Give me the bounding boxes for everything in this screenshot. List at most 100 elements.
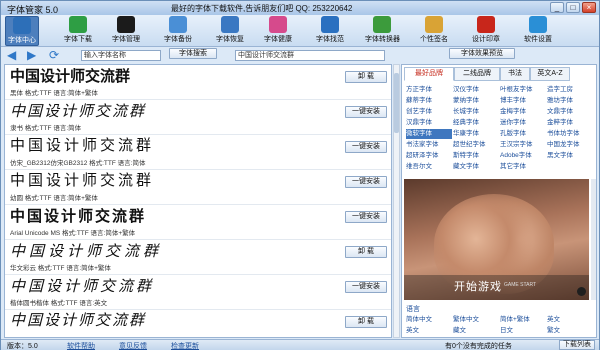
seal-icon <box>477 16 495 33</box>
tool-font-restore[interactable]: 字体恢复 <box>213 16 247 46</box>
tab-top-brands[interactable]: 最好品牌 <box>404 67 454 81</box>
tab-calligraphy[interactable]: 书法 <box>500 67 530 81</box>
font-search-button[interactable]: 字体搜索 <box>169 48 217 59</box>
brand-link[interactable]: 文鼎字体 <box>547 107 593 117</box>
font-row: 中国设计师交流群 华文彩云 格式:TTF 语言:简体+繁体 卸 载 <box>5 240 391 275</box>
preview-effect-button[interactable]: 字体效果预览 <box>449 48 515 59</box>
brand-link[interactable]: 长城字体 <box>453 107 499 117</box>
font-list: 中国设计师交流群 黑体 格式:TTF 语言:简体+繁体 卸 载 中国设计师交流群… <box>4 64 392 338</box>
tab-second-brands[interactable]: 二线品牌 <box>454 67 500 81</box>
brand-link[interactable]: 斯特字体 <box>453 151 499 161</box>
status-bar: 版本：5.0 软件帮助 意见反馈 检查更新 有0个没有完成的任务 下载列表 <box>1 339 599 350</box>
tool-font-converter[interactable]: 字体转换器 <box>365 16 400 46</box>
language-link[interactable]: 繁文 <box>547 326 593 336</box>
install-button[interactable]: 一键安装 <box>345 106 387 118</box>
brand-link[interactable]: 黑文字体 <box>547 151 593 161</box>
brand-link[interactable]: 造字工房 <box>547 85 593 95</box>
refresh-icon[interactable]: ⟳ <box>49 49 59 61</box>
brand-link[interactable]: 超研泽字体 <box>406 151 452 161</box>
font-row: 中国设计师交流群 仿宋_GB2312仿宋GB2312 格式:TTF 语言:简体 … <box>5 135 391 170</box>
tool-font-center[interactable]: 字体中心 <box>5 16 39 46</box>
brand-link[interactable]: 王汉宗字体 <box>500 140 546 150</box>
brand-link[interactable]: 藏文字体 <box>453 162 499 172</box>
brand-link[interactable]: 其它字体 <box>500 162 546 172</box>
brand-link[interactable]: 华康字体 <box>453 129 499 139</box>
brand-link[interactable]: 雅坊字体 <box>547 96 593 106</box>
font-sample: 中国设计师交流群 <box>10 67 131 85</box>
brand-link[interactable]: 蘇蒂字体 <box>406 96 452 106</box>
brand-link[interactable]: Adobe字体 <box>500 151 546 161</box>
brand-link[interactable]: 孔版字体 <box>500 129 546 139</box>
title-bar: 字体管家 5.0 最好的字体下载软件,告诉朋友们吧 QQ: 253220642 … <box>1 1 599 15</box>
brand-link[interactable]: 博丰字体 <box>500 96 546 106</box>
category-panel: 最好品牌 二线品牌 书法 英文A-Z 方正字体 汉仪字体 叶根友字体 造字工房蘇蒂字体… <box>401 64 597 338</box>
font-row: 中国设计师交流群 幼圆 格式:TTF 语言:简体+繁体 一键安装 <box>5 170 391 205</box>
brand-link[interactable]: 迷你字体 <box>500 118 546 128</box>
tool-seal[interactable]: 设计印章 <box>469 16 503 46</box>
maximize-button[interactable]: □ <box>566 2 580 13</box>
brand-link[interactable]: 汉仪字体 <box>453 85 499 95</box>
font-sample: 中国设计师交流群 <box>10 173 155 189</box>
install-button[interactable]: 一键安装 <box>345 281 387 293</box>
uninstall-button[interactable]: 卸 载 <box>345 316 387 328</box>
converter-icon <box>373 16 391 33</box>
install-button[interactable]: 一键安装 <box>345 141 387 153</box>
ad-banner[interactable]: 开始游戏 GAME START <box>404 179 589 300</box>
font-list-scrollbar[interactable] <box>393 64 400 338</box>
brand-link[interactable]: 微软字体 <box>406 129 452 139</box>
ad-cta-text[interactable]: 开始游戏 <box>454 278 502 294</box>
font-row: 中国设计师交流群 Arial Unicode MS 格式:TTF 语言:简体+繁… <box>5 205 391 240</box>
brand-link[interactable]: 金梅字体 <box>500 107 546 117</box>
language-link[interactable]: 简体+繁体 <box>500 315 546 325</box>
brand-link[interactable]: 蒙纳字体 <box>453 96 499 106</box>
brand-link[interactable]: 书法家字体 <box>406 140 452 150</box>
brand-link[interactable]: 方正字体 <box>406 85 452 95</box>
tool-font-manage[interactable]: 字体管理 <box>109 16 143 46</box>
ad-sub-text: GAME START <box>504 282 537 288</box>
language-link[interactable]: 简体中文 <box>406 315 452 325</box>
brand-link[interactable]: 中国龙字体 <box>547 140 593 150</box>
download-list-button[interactable]: 下载列表 <box>559 340 595 350</box>
tool-font-download[interactable]: 字体下载 <box>61 16 95 46</box>
brand-link[interactable]: 书体坊字体 <box>547 129 593 139</box>
font-meta: 黑体 格式:TTF 语言:简体+繁体 <box>10 90 98 97</box>
tool-font-health[interactable]: 字体健康 <box>261 16 295 46</box>
forward-arrow-icon[interactable]: ▶ <box>27 49 36 61</box>
language-link[interactable]: 藏文 <box>453 326 499 336</box>
brand-link[interactable]: 经典字体 <box>453 118 499 128</box>
search-icon <box>321 16 339 33</box>
scrollbar-thumb[interactable] <box>394 73 399 133</box>
category-tabs: 最好品牌 二线品牌 书法 英文A-Z <box>404 67 589 81</box>
preview-text-input[interactable]: 中国设计师交流群 <box>235 50 385 61</box>
ad-scrollbar[interactable] <box>591 179 596 300</box>
font-meta: 幼圆 格式:TTF 语言:简体+繁体 <box>10 195 98 202</box>
font-search-input[interactable]: 输入字体名称 <box>81 50 161 61</box>
close-button[interactable]: × <box>582 2 596 13</box>
language-link[interactable]: 繁体中文 <box>453 315 499 325</box>
play-icon[interactable] <box>577 287 586 296</box>
install-button[interactable]: 一键安装 <box>345 211 387 223</box>
restore-icon <box>221 16 239 33</box>
brand-link[interactable]: 超世纪字体 <box>453 140 499 150</box>
tool-font-backup[interactable]: 字体备份 <box>161 16 195 46</box>
brand-link[interactable]: 创艺字体 <box>406 107 452 117</box>
language-link[interactable]: 英文 <box>547 315 593 325</box>
brand-link[interactable]: 金粹字体 <box>547 118 593 128</box>
minimize-button[interactable]: _ <box>550 2 564 13</box>
uninstall-button[interactable]: 卸 载 <box>345 71 387 83</box>
language-link[interactable]: 英文 <box>406 326 452 336</box>
tool-settings[interactable]: 软件设置 <box>521 16 555 46</box>
font-sample: 中国设计师交流群 <box>10 102 147 120</box>
install-button[interactable]: 一键安装 <box>345 176 387 188</box>
tab-english-az[interactable]: 英文A-Z <box>530 67 570 81</box>
language-link[interactable]: 日文 <box>500 326 546 336</box>
tool-signature[interactable]: 个性签名 <box>417 16 451 46</box>
font-row: 中国设计师交流群 黑体 格式:TTF 语言:简体+繁体 卸 载 <box>5 65 391 100</box>
brand-link[interactable]: 维吾尔文 <box>406 162 452 172</box>
uninstall-button[interactable]: 卸 载 <box>345 246 387 258</box>
download-icon <box>69 16 87 33</box>
brand-link[interactable]: 汉鼎字体 <box>406 118 452 128</box>
tool-font-search[interactable]: 字体找范 <box>313 16 347 46</box>
back-arrow-icon[interactable]: ◀ <box>7 49 16 61</box>
brand-link[interactable]: 叶根友字体 <box>500 85 546 95</box>
